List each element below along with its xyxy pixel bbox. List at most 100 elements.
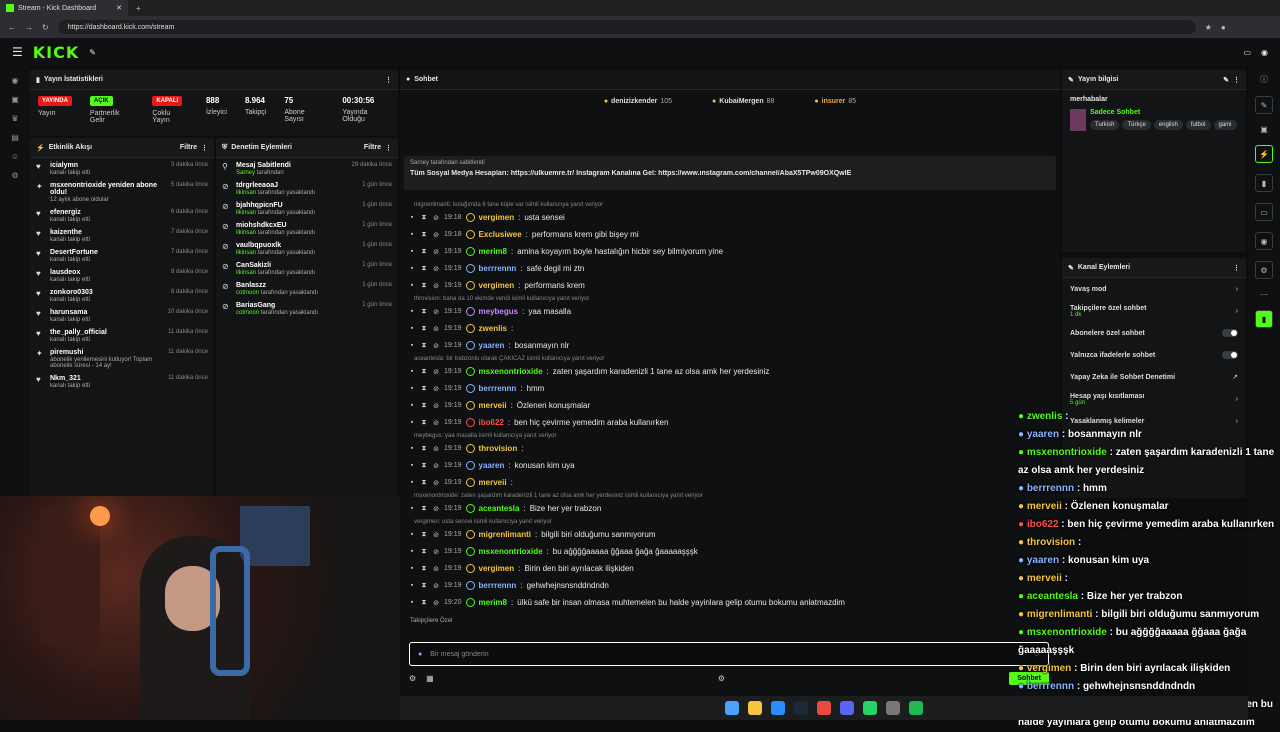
toggle-switch[interactable] (1222, 329, 1238, 337)
delete-icon[interactable]: ▪ (408, 479, 416, 486)
stream-tag[interactable]: gami (1213, 120, 1237, 130)
delete-icon[interactable]: ▪ (408, 308, 416, 315)
bookmark-star-icon[interactable]: ★ (1205, 23, 1212, 32)
edit-icon[interactable]: ✎ (1223, 76, 1229, 84)
app-icon[interactable] (886, 701, 900, 715)
stream-tag[interactable]: futbol (1185, 120, 1211, 130)
url-field[interactable]: https://dashboard.kick.com/stream (57, 20, 1196, 34)
mod-by[interactable]: ilkinsan (236, 250, 256, 256)
delete-icon[interactable]: ▪ (408, 342, 416, 349)
timeout-icon[interactable]: ⧗ (420, 385, 428, 393)
mod-by[interactable]: ilkinsan (236, 210, 256, 216)
activity-item[interactable]: ♥ icialymn kanalı takip etti 3 dakika önce (36, 162, 208, 176)
settings-icon[interactable]: ⚙ (11, 171, 18, 180)
ban-icon[interactable]: ⊘ (432, 565, 440, 573)
timeout-icon[interactable]: ⧗ (420, 214, 428, 222)
mod-item[interactable]: ⊘ tdrgrleeaoaJ ilkinsan tarafından yasakla… (222, 182, 392, 196)
message-user[interactable]: throvision (479, 444, 518, 453)
message-user[interactable]: vergimen (479, 281, 515, 290)
browser-icon[interactable] (817, 701, 831, 715)
flash-rail-button[interactable]: ⚡ (1255, 145, 1273, 163)
ban-icon[interactable]: ⊘ (432, 265, 440, 273)
ban-icon[interactable]: ⊘ (432, 582, 440, 590)
activity-item[interactable]: ♥ DesertFortune kanalı takip etti 7 dakika … (36, 249, 208, 263)
chat-message[interactable]: ▪ ⧗ ⊘ 19:19 merim8: amina koyayım boyle hasta… (408, 243, 1048, 260)
timeout-icon[interactable]: ⧗ (420, 462, 428, 470)
timeout-icon[interactable]: ⧗ (420, 265, 428, 273)
stream-tag[interactable]: Türkçe (1122, 120, 1151, 130)
clip-rail-button[interactable]: ▮ (1255, 174, 1273, 192)
more-icon[interactable]: ⋮ (1233, 76, 1240, 84)
tools-rail-button[interactable]: ⚙ (1255, 261, 1273, 279)
delete-icon[interactable]: ▪ (408, 445, 416, 452)
browser-tab[interactable]: Stream - Kick Dashboard ✕ (0, 0, 128, 16)
edge-icon[interactable] (771, 701, 785, 715)
more-icon[interactable]: ⋮ (1233, 264, 1240, 272)
timeout-icon[interactable]: ⧗ (420, 531, 428, 539)
mod-item[interactable]: ⊘ BariasGang cotmoon tarafından yasaklandı… (222, 302, 392, 316)
chat-message[interactable]: ▪ ⧗ ⊘ 19:19 ibo622: ben hiç çevirme yemedim a… (408, 414, 1048, 431)
mod-by[interactable]: cotmoon (236, 310, 259, 316)
chat-message[interactable]: ▪ ⧗ ⊘ 19:19 yaaren: bosanmayın nlr (408, 337, 1048, 354)
channel-action-row[interactable]: Abonelere özel sohbet (1062, 322, 1246, 344)
back-icon[interactable]: ← (8, 23, 16, 32)
steam-icon[interactable] (794, 701, 808, 715)
ban-icon[interactable]: ⊘ (432, 282, 440, 290)
discord-icon[interactable] (840, 701, 854, 715)
chat-message[interactable]: ▪ ⧗ ⊘ 19:19 zwenlis: (408, 320, 1048, 337)
activity-filter-button[interactable]: Filtre (180, 144, 197, 151)
chat-message[interactable]: ▪ ⧗ ⊘ 19:19 vergimen: Birin den biri ayrılaca… (408, 560, 1048, 577)
leaderboard-entry[interactable]: ● insurer 85 (814, 98, 856, 105)
channel-action-row[interactable]: Yavaş mod › (1062, 278, 1246, 300)
profile-icon[interactable]: ● (1221, 23, 1226, 32)
camera-icon[interactable]: ▣ (1260, 125, 1268, 134)
chat-message[interactable]: ▪ ⧗ ⊘ 19:19 throvision: (408, 440, 1048, 457)
ban-icon[interactable]: ⊘ (432, 231, 440, 239)
chat-rail-button[interactable]: ▭ (1255, 203, 1273, 221)
message-user[interactable]: msxenontrioxide (479, 367, 543, 376)
message-user[interactable]: berrrennn (479, 264, 517, 273)
ban-icon[interactable]: ⊘ (432, 479, 440, 487)
ban-icon[interactable]: ⊘ (432, 385, 440, 393)
mic-icon[interactable]: ● (418, 651, 422, 658)
chat-message[interactable]: ▪ ⧗ ⊘ 19:18 vergimen: usta sensei (408, 209, 1048, 226)
message-user[interactable]: ibo622 (479, 418, 504, 427)
timeout-icon[interactable]: ⧗ (420, 342, 428, 350)
mod-filter-button[interactable]: Filtre (364, 144, 381, 151)
message-user[interactable]: zwenlis (479, 324, 507, 333)
timeout-icon[interactable]: ⧗ (420, 402, 428, 410)
more-icon[interactable]: ⋮ (201, 144, 208, 152)
delete-icon[interactable]: ▪ (408, 548, 416, 555)
delete-icon[interactable]: ▪ (408, 582, 416, 589)
chat-message[interactable]: ▪ ⧗ ⊘ 19:19 berrrennn: hmm (408, 380, 1048, 397)
message-user[interactable]: aceantesla (479, 504, 520, 513)
chat-message[interactable]: ▪ ⧗ ⊘ 19:19 berrrennn: gehwhejnsnsnddndndn (408, 577, 1048, 594)
delete-icon[interactable]: ▪ (408, 531, 416, 538)
ban-icon[interactable]: ⊘ (432, 505, 440, 513)
menu-icon[interactable]: ☰ (12, 45, 23, 59)
timeout-icon[interactable]: ⧗ (420, 308, 428, 316)
ban-icon[interactable]: ⊘ (432, 462, 440, 470)
channel-action-row[interactable]: Yalnızca ifadelerle sohbet (1062, 344, 1246, 366)
message-user[interactable]: yaaren (479, 341, 505, 350)
timeout-icon[interactable]: ⧗ (420, 368, 428, 376)
ban-icon[interactable]: ⊘ (432, 419, 440, 427)
activity-item[interactable]: ✦ msxenontrioxide yeniden abone oldu! 12 a… (36, 182, 208, 203)
timeout-icon[interactable]: ⧗ (420, 479, 428, 487)
reload-icon[interactable]: ↻ (42, 23, 49, 32)
mod-item[interactable]: ⊘ vaulbqpuoxlk ilkinsan tarafından yasakla… (222, 242, 392, 256)
mod-by[interactable]: ilkinsan (236, 230, 256, 236)
ban-icon[interactable]: ⊘ (432, 325, 440, 333)
timeout-icon[interactable]: ⧗ (420, 565, 428, 573)
timeout-icon[interactable]: ⧗ (420, 505, 428, 513)
trophy-icon[interactable]: ♛ (11, 114, 18, 123)
message-user[interactable]: vergimen (479, 564, 515, 573)
chat-input[interactable]: ● Bir mesaj gönderin ☺ (409, 642, 1049, 666)
delete-icon[interactable]: ▪ (408, 402, 416, 409)
pin-icon[interactable]: ✎ (89, 48, 96, 57)
delete-icon[interactable]: ▪ (408, 325, 416, 332)
leaderboard-entry[interactable]: ● KubaiMergen 88 (712, 98, 774, 105)
ban-icon[interactable]: ⊘ (432, 402, 440, 410)
ban-icon[interactable]: ⊘ (432, 599, 440, 607)
stream-icon[interactable]: ◉ (12, 76, 19, 85)
